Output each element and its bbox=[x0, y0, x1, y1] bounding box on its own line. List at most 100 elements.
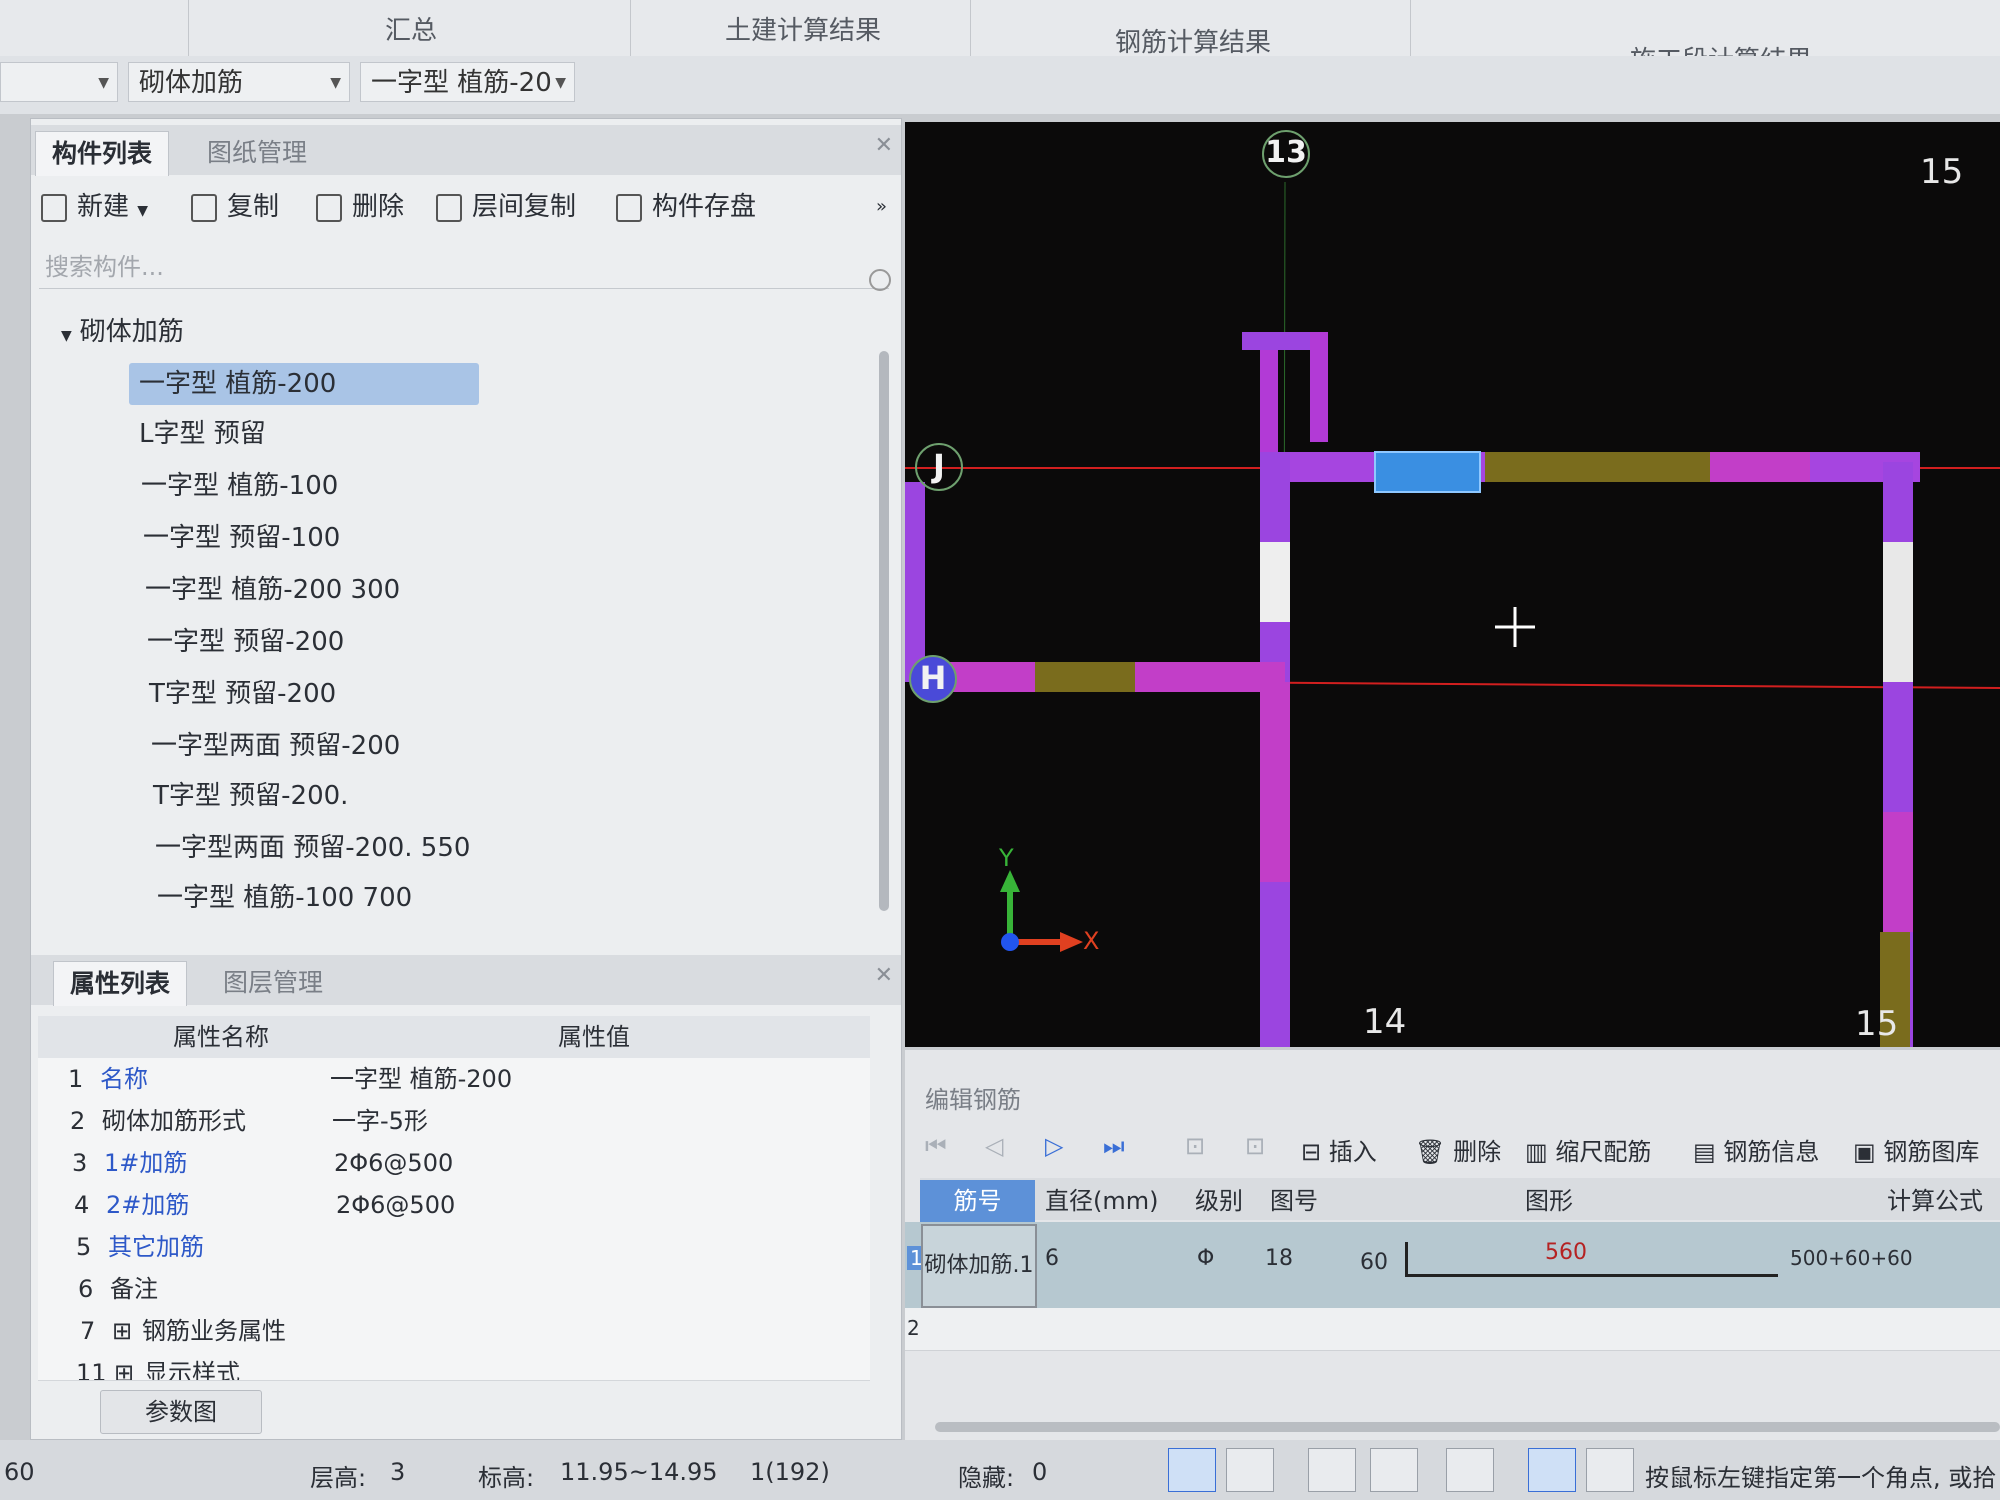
type-select[interactable]: 砌体加筋 ▼ bbox=[128, 62, 350, 102]
hook-length-label: 60 bbox=[1360, 1250, 1388, 1275]
table-row[interactable]: 2 砌体加筋形式 一字-5形 bbox=[38, 1100, 870, 1143]
close-icon[interactable]: ✕ bbox=[875, 963, 893, 988]
expand-icon[interactable]: ⊞ bbox=[112, 1310, 132, 1352]
first-record-icon[interactable]: ⏮ bbox=[925, 1132, 947, 1160]
wall-13-white bbox=[1260, 542, 1290, 622]
more-icon[interactable]: » bbox=[876, 187, 887, 227]
table-row[interactable]: 7 ⊞ 钢筋业务属性 bbox=[38, 1310, 870, 1353]
row-number: 2 bbox=[70, 1107, 86, 1135]
table-row[interactable]: 2 bbox=[905, 1308, 2000, 1351]
grade-cell[interactable]: Φ bbox=[1197, 1246, 1214, 1271]
scale-rebar-button[interactable]: ▥ 缩尺配筋 bbox=[1525, 1132, 1651, 1167]
tab-civil-results[interactable]: 土建计算结果 bbox=[725, 10, 881, 47]
delete-button[interactable]: 删除 bbox=[316, 187, 404, 227]
move-down-icon[interactable]: ⊡ bbox=[1245, 1132, 1265, 1160]
tree-item[interactable]: L字型 预留 bbox=[129, 413, 276, 455]
property-panel-tabs: 属性列表 图层管理 ✕ bbox=[31, 955, 901, 1006]
parameter-diagram-button[interactable]: 参数图 bbox=[100, 1390, 262, 1434]
move-up-icon[interactable]: ⊡ bbox=[1185, 1132, 1205, 1160]
tree-item[interactable]: 一字型两面 预留-200. 550 bbox=[145, 827, 480, 869]
row-number: 6 bbox=[78, 1275, 94, 1303]
table-row[interactable]: 5 其它加筋 bbox=[38, 1226, 870, 1269]
property-value[interactable]: 一字-5形 bbox=[332, 1100, 428, 1142]
tree-item[interactable]: 一字型 植筋-100 700 bbox=[147, 877, 422, 919]
copy-button-label: 复制 bbox=[227, 192, 280, 222]
dynamic-input-icon[interactable] bbox=[1308, 1448, 1356, 1492]
library-icon: ▣ bbox=[1853, 1138, 1876, 1166]
wall-return-right bbox=[1310, 332, 1328, 442]
column-header-grade: 级别 bbox=[1195, 1187, 1243, 1215]
save-component-button[interactable]: 构件存盘 bbox=[616, 187, 756, 227]
insert-button[interactable]: ⊟ 插入 bbox=[1301, 1132, 1377, 1167]
table-row[interactable]: 4 2#加筋 2Φ6@500 bbox=[38, 1184, 870, 1227]
table-row[interactable]: 1 砌体加筋.1 6 Φ 18 60 560 500+60+60 bbox=[905, 1222, 2000, 1308]
tree-item[interactable]: 一字型 预留-200 bbox=[137, 621, 354, 663]
last-record-icon[interactable]: ⏭ bbox=[1103, 1132, 1125, 1160]
diameter-cell[interactable]: 6 bbox=[1045, 1246, 1059, 1271]
angle-snap-icon[interactable] bbox=[1370, 1448, 1418, 1492]
object-snap-icon[interactable] bbox=[1226, 1448, 1274, 1492]
point-snap-icon[interactable] bbox=[1446, 1448, 1494, 1492]
previous-record-icon[interactable]: ◁ bbox=[985, 1132, 1003, 1160]
tree-item[interactable]: 一字型 植筋-200 300 bbox=[135, 569, 410, 611]
tab-property-list[interactable]: 属性列表 bbox=[53, 961, 188, 1006]
tree-item[interactable]: 一字型 植筋-100 bbox=[131, 465, 348, 507]
floor-copy-button[interactable]: 层间复制 bbox=[436, 187, 576, 227]
next-record-icon[interactable]: ▷ bbox=[1045, 1132, 1063, 1160]
editor-hscrollbar[interactable] bbox=[935, 1422, 2000, 1432]
expand-icon[interactable]: ⊞ bbox=[114, 1352, 134, 1380]
polyline-mode-icon[interactable] bbox=[1586, 1448, 1634, 1492]
component-count: 1(192) bbox=[750, 1458, 830, 1486]
new-button[interactable]: 新建 ▼ bbox=[41, 187, 148, 227]
column-header-bar-no: 筋号 bbox=[920, 1180, 1035, 1222]
table-row[interactable]: 1 名称 一字型 植筋-200 bbox=[38, 1058, 870, 1101]
property-name: 2#加筋 bbox=[106, 1191, 190, 1219]
formula-cell[interactable]: 500+60+60 bbox=[1790, 1246, 1913, 1270]
insert-icon: ⊟ bbox=[1301, 1138, 1322, 1166]
table-row[interactable]: 6 备注 bbox=[38, 1268, 870, 1311]
tree-item[interactable]: 一字型 植筋-200 bbox=[129, 363, 479, 405]
column-header-name: 属性名称 bbox=[173, 1023, 269, 1051]
tree-item[interactable]: T字型 预留-200. bbox=[143, 775, 358, 817]
tab-rebar-results[interactable]: 钢筋计算结果 bbox=[1115, 22, 1271, 59]
hidden-value: 0 bbox=[1032, 1458, 1048, 1486]
trash-icon bbox=[316, 193, 342, 222]
floor-select[interactable]: ▼ bbox=[0, 62, 118, 102]
insert-button-label: 插入 bbox=[1328, 1138, 1377, 1166]
property-value[interactable]: 一字型 植筋-200 bbox=[330, 1058, 512, 1100]
property-value[interactable]: 2Φ6@500 bbox=[336, 1184, 455, 1226]
component-select[interactable]: 一字型 植筋-20 ▼ bbox=[360, 62, 575, 102]
tree-scrollbar[interactable] bbox=[879, 351, 889, 911]
tree-item[interactable]: T字型 预留-200 bbox=[139, 673, 346, 715]
row-number: 7 bbox=[80, 1317, 96, 1345]
copy-button[interactable]: 复制 bbox=[191, 187, 279, 227]
rebar-library-button[interactable]: ▣ 钢筋图库 bbox=[1853, 1132, 1979, 1167]
property-name: 显示样式 bbox=[144, 1359, 240, 1381]
property-value[interactable]: 2Φ6@500 bbox=[334, 1142, 453, 1184]
drawing-canvas[interactable]: 13 15 J H 14 15 Y X bbox=[905, 122, 2000, 1047]
tree-group[interactable]: ▼ 砌体加筋 bbox=[51, 311, 194, 353]
search-icon[interactable] bbox=[869, 269, 891, 291]
tab-summary[interactable]: 汇总 bbox=[385, 10, 437, 47]
ortho-mode-icon[interactable] bbox=[1168, 1448, 1216, 1492]
tab-drawing-management[interactable]: 图纸管理 bbox=[191, 131, 323, 175]
save-component-button-label: 构件存盘 bbox=[652, 192, 757, 222]
axis-bubble-j: J bbox=[915, 443, 963, 491]
close-icon[interactable]: ✕ bbox=[875, 133, 893, 158]
tree-item[interactable]: 一字型 预留-100 bbox=[133, 517, 350, 559]
editor-title: 编辑钢筋 bbox=[925, 1086, 1021, 1114]
display-mode-icon[interactable] bbox=[1528, 1448, 1576, 1492]
tree-item[interactable]: 一字型两面 预留-200 bbox=[141, 725, 410, 767]
table-row[interactable]: 11 ⊞ 显示样式 bbox=[38, 1352, 870, 1381]
bar-no-cell[interactable]: 砌体加筋.1 bbox=[921, 1224, 1037, 1308]
search-input[interactable]: 搜索构件... bbox=[39, 245, 889, 289]
tab-layer-management[interactable]: 图层管理 bbox=[207, 961, 339, 1005]
shape-no-cell[interactable]: 18 bbox=[1265, 1246, 1293, 1271]
rebar-delete-label: 删除 bbox=[1453, 1138, 1502, 1166]
elevation-value: 11.95~14.95 bbox=[560, 1458, 718, 1486]
delete-button-label: 删除 bbox=[352, 192, 405, 222]
rebar-info-button[interactable]: ▤ 钢筋信息 bbox=[1693, 1132, 1819, 1167]
tab-component-list[interactable]: 构件列表 bbox=[35, 131, 170, 176]
rebar-delete-button[interactable]: 🗑 删除 bbox=[1415, 1132, 1501, 1167]
table-row[interactable]: 3 1#加筋 2Φ6@500 bbox=[38, 1142, 870, 1185]
